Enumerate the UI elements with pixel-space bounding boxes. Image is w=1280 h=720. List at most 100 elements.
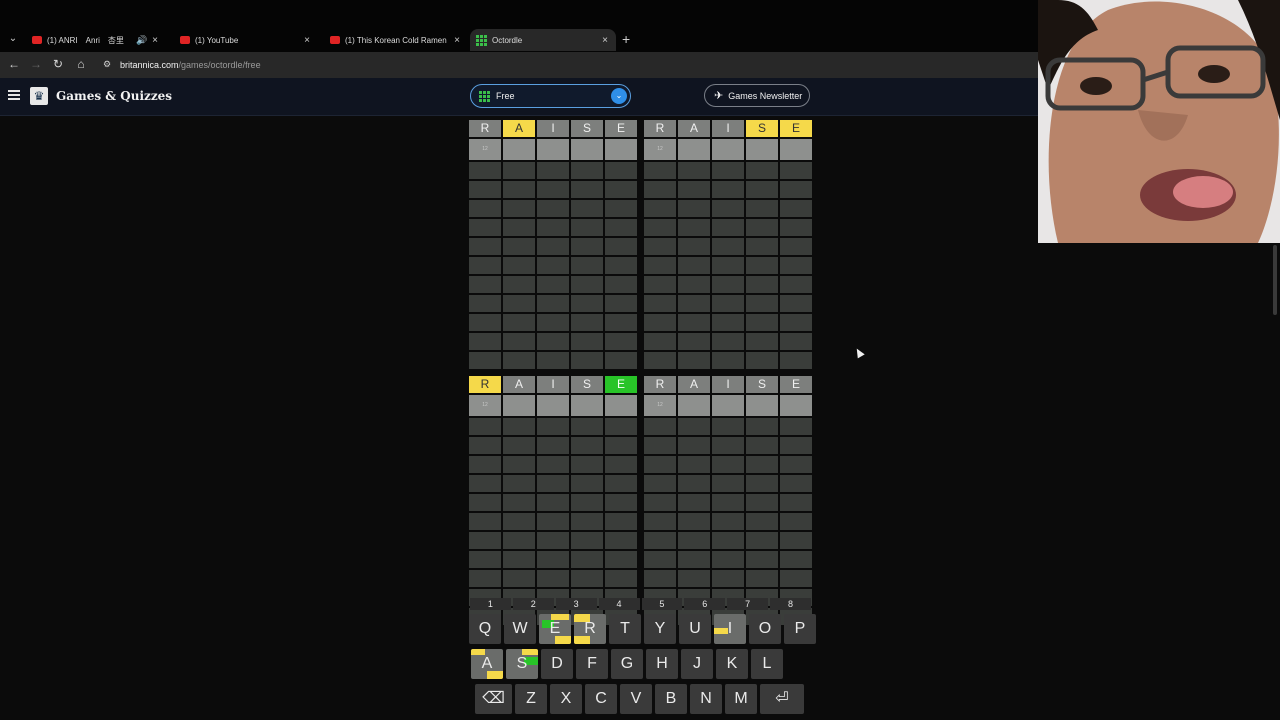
scrollbar-thumb[interactable] bbox=[1273, 245, 1277, 315]
key-d[interactable]: D bbox=[541, 649, 573, 679]
empty-row bbox=[644, 513, 812, 530]
board-number[interactable]: 3 bbox=[555, 598, 597, 610]
tab-close-icon[interactable]: × bbox=[602, 35, 608, 46]
empty-tile bbox=[644, 276, 676, 293]
key-l[interactable]: L bbox=[751, 649, 783, 679]
letter-tile: A bbox=[503, 376, 535, 393]
board-number[interactable]: 2 bbox=[512, 598, 554, 610]
key-j[interactable]: J bbox=[681, 649, 713, 679]
key-s[interactable]: S bbox=[506, 649, 538, 679]
key-y[interactable]: Y bbox=[644, 614, 676, 644]
empty-tile bbox=[605, 418, 637, 435]
key-x[interactable]: X bbox=[550, 684, 582, 714]
key-r[interactable]: R bbox=[574, 614, 606, 644]
empty-tile bbox=[537, 333, 569, 350]
webcam-overlay bbox=[1038, 0, 1280, 243]
key-u[interactable]: U bbox=[679, 614, 711, 644]
key-c[interactable]: C bbox=[585, 684, 617, 714]
key-p[interactable]: P bbox=[784, 614, 816, 644]
browser-tab[interactable]: (1) This Korean Cold Ramen Is I × bbox=[324, 29, 468, 51]
key-a[interactable]: A bbox=[471, 649, 503, 679]
key-n[interactable]: N bbox=[690, 684, 722, 714]
back-arrow-icon[interactable]: ← bbox=[6, 57, 22, 71]
site-title[interactable]: Games & Quizzes bbox=[56, 89, 172, 103]
letter-tile: I bbox=[712, 376, 744, 393]
empty-tile bbox=[605, 494, 637, 511]
tab-search-dropdown-icon[interactable]: ⌄ bbox=[6, 32, 20, 46]
key-q[interactable]: Q bbox=[469, 614, 501, 644]
browser-tab-active[interactable]: Octordle × bbox=[470, 29, 616, 51]
empty-tile bbox=[537, 513, 569, 530]
empty-tile bbox=[571, 551, 603, 568]
key-t[interactable]: T bbox=[609, 614, 641, 644]
empty-tile bbox=[746, 333, 778, 350]
url-field[interactable]: britannica.com/games/octordle/free bbox=[120, 60, 261, 70]
key-v[interactable]: V bbox=[620, 684, 652, 714]
word-board[interactable]: R A I S E 12 bbox=[644, 120, 812, 371]
empty-tile bbox=[644, 418, 676, 435]
empty-tile bbox=[503, 494, 535, 511]
tab-close-icon[interactable]: × bbox=[454, 35, 460, 46]
empty-row bbox=[644, 418, 812, 435]
tab-close-icon[interactable]: × bbox=[152, 35, 158, 46]
board-number[interactable]: 6 bbox=[684, 598, 726, 610]
empty-tile bbox=[678, 437, 710, 454]
empty-tile bbox=[712, 513, 744, 530]
empty-tile bbox=[780, 551, 812, 568]
key-label: D bbox=[551, 655, 563, 672]
empty-tile bbox=[746, 219, 778, 236]
empty-tile bbox=[537, 200, 569, 217]
key-e[interactable]: E bbox=[539, 614, 571, 644]
empty-tile bbox=[678, 570, 710, 587]
empty-tile bbox=[712, 570, 744, 587]
key-k[interactable]: K bbox=[716, 649, 748, 679]
site-info-icon[interactable]: ⚙ bbox=[103, 59, 111, 70]
board-number-bar: 12345678 bbox=[470, 598, 811, 610]
key-o[interactable]: O bbox=[749, 614, 781, 644]
empty-tile bbox=[780, 456, 812, 473]
board-number[interactable]: 1 bbox=[470, 598, 511, 610]
enter-key[interactable]: ⏎ bbox=[760, 684, 804, 714]
board-number[interactable]: 7 bbox=[727, 598, 769, 610]
empty-tile bbox=[712, 437, 744, 454]
empty-tile bbox=[746, 181, 778, 198]
empty-tile bbox=[678, 238, 710, 255]
empty-tile bbox=[469, 295, 501, 312]
backspace-key[interactable]: ⌫ bbox=[475, 684, 512, 714]
home-icon[interactable]: ⌂ bbox=[73, 57, 89, 71]
empty-tile bbox=[537, 219, 569, 236]
browser-tab[interactable]: (1) YouTube × bbox=[174, 29, 318, 51]
britannica-logo[interactable]: ♛ bbox=[30, 87, 48, 105]
newsletter-button[interactable]: ✈ Games Newsletter bbox=[704, 84, 810, 107]
key-m[interactable]: M bbox=[725, 684, 757, 714]
word-board[interactable]: R A I S E 12 bbox=[469, 120, 637, 371]
empty-tile bbox=[503, 418, 535, 435]
key-h[interactable]: H bbox=[646, 649, 678, 679]
hamburger-menu-icon[interactable] bbox=[8, 90, 20, 100]
empty-tile bbox=[678, 200, 710, 217]
tab-close-icon[interactable]: × bbox=[304, 35, 310, 46]
key-w[interactable]: W bbox=[504, 614, 536, 644]
key-z[interactable]: Z bbox=[515, 684, 547, 714]
word-board[interactable]: R A I S E 12 bbox=[644, 376, 812, 627]
key-b[interactable]: B bbox=[655, 684, 687, 714]
key-label: Q bbox=[478, 620, 492, 637]
key-f[interactable]: F bbox=[576, 649, 608, 679]
key-i[interactable]: I bbox=[714, 614, 746, 644]
new-tab-button[interactable]: + bbox=[622, 31, 630, 47]
game-mode-label: Free bbox=[496, 91, 515, 101]
empty-tile bbox=[571, 139, 603, 160]
word-board[interactable]: R A I S E 12 bbox=[469, 376, 637, 627]
empty-tile bbox=[503, 513, 535, 530]
board-number[interactable]: 5 bbox=[641, 598, 683, 610]
key-g[interactable]: G bbox=[611, 649, 643, 679]
game-mode-dropdown[interactable]: Free ⌄ bbox=[470, 84, 631, 108]
key-label: A bbox=[481, 655, 493, 672]
browser-tab[interactable]: (1) ANRI Anri 杏里 アン 🔊 × bbox=[26, 29, 166, 51]
empty-tile bbox=[503, 532, 535, 549]
reload-icon[interactable]: ↻ bbox=[50, 57, 66, 71]
forward-arrow-icon[interactable]: → bbox=[28, 57, 44, 71]
board-number[interactable]: 4 bbox=[598, 598, 640, 610]
board-number[interactable]: 8 bbox=[770, 598, 811, 610]
audio-playing-icon[interactable]: 🔊 bbox=[136, 35, 147, 46]
